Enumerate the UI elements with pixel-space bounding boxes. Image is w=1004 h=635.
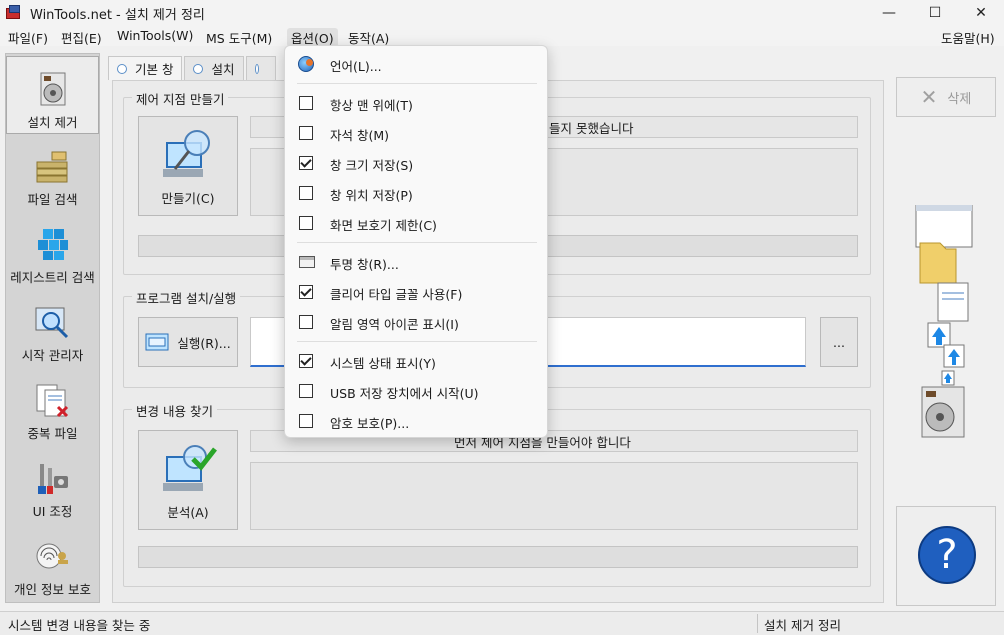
uninstall-process-icon: [915, 204, 973, 438]
menu-edit[interactable]: 편집(E): [61, 28, 102, 47]
menu-item-tray-icon[interactable]: 알림 영역 아이콘 표시(I): [289, 308, 545, 336]
menu-wintools[interactable]: WinTools(W): [117, 28, 193, 43]
minimize-button[interactable]: —: [866, 0, 912, 26]
file-search-icon: [34, 148, 70, 184]
checkbox-icon: [299, 315, 313, 329]
group-title: 변경 내용 찾기: [132, 401, 217, 420]
tab-radio-icon: [193, 63, 204, 74]
registry-cubes-icon: [34, 226, 70, 262]
nav-label: UI 조정: [32, 504, 73, 519]
privacy-fingerprint-icon: [34, 538, 70, 574]
left-nav: 설치 제거 파일 검색 레지스트리 검색 시작 관리자 중복 파일 UI 조정: [5, 53, 100, 603]
menu-ms-tools[interactable]: MS 도구(M): [206, 28, 272, 47]
nav-label: 레지스트리 검색: [10, 270, 95, 285]
delete-x-icon: ✕: [920, 85, 938, 109]
run-button-label: 실행(R)...: [177, 335, 231, 351]
changes-details-field: [250, 462, 858, 530]
checkbox-icon: [299, 96, 313, 110]
startup-manager-icon: [34, 304, 70, 340]
maximize-button[interactable]: ☐: [912, 0, 958, 26]
checkbox-icon: [299, 414, 313, 428]
tab-install[interactable]: 설치: [184, 56, 244, 80]
menu-item-save-window-position[interactable]: 창 위치 저장(P): [289, 179, 545, 207]
app-logo-icon: [6, 5, 22, 21]
close-button[interactable]: ✕: [958, 0, 1004, 26]
nav-item-ui-tweak[interactable]: UI 조정: [6, 446, 99, 524]
group-title: 제어 지점 만들기: [132, 89, 229, 108]
tab-third[interactable]: [245, 56, 276, 80]
menu-item-transparent-window[interactable]: 투명 창(R)...: [289, 248, 545, 276]
menu-item-password-protect[interactable]: 암호 보호(P)...: [289, 407, 545, 435]
status-module: 설치 제거 정리: [764, 618, 841, 633]
duplicate-files-icon: [34, 382, 70, 418]
checkbox-icon: [299, 126, 313, 140]
checkbox-icon: [299, 216, 313, 230]
nav-item-startup-manager[interactable]: 시작 관리자: [6, 290, 99, 368]
checkbox-checked-icon: [299, 156, 313, 170]
status-divider: [757, 614, 758, 633]
menu-item-cleartype[interactable]: 클리어 타입 글꼴 사용(F): [289, 278, 545, 306]
analyze-checkmark-icon: [159, 443, 219, 501]
create-button-label: 만들기(C): [161, 191, 215, 206]
status-message: 시스템 변경 내용을 찾는 중: [8, 618, 151, 633]
help-button[interactable]: ?: [896, 506, 996, 606]
nav-label: 설치 제거: [27, 115, 78, 130]
run-window-icon: [145, 333, 169, 351]
nav-item-registry-search[interactable]: 레지스트리 검색: [6, 212, 99, 290]
browse-button[interactable]: ...: [820, 317, 858, 367]
checkbox-icon: [299, 186, 313, 200]
changes-progress-bar: [138, 546, 858, 568]
language-globe-icon: [298, 56, 314, 72]
menu-item-limit-screensaver[interactable]: 화면 보호기 제한(C): [289, 209, 545, 237]
menu-item-language[interactable]: 언어(L)...: [289, 50, 545, 78]
window-title: WinTools.net - 설치 제거 정리: [30, 7, 205, 23]
transparent-window-icon: [299, 256, 315, 268]
create-restore-point-button[interactable]: 만들기(C): [138, 116, 238, 216]
magnifier-computer-icon: [159, 129, 219, 187]
options-menu: 언어(L)... 항상 맨 위에(T) 자석 창(M) 창 크기 저장(S) 창…: [284, 45, 548, 438]
menu-separator: [297, 242, 537, 243]
tab-radio-icon: [117, 63, 127, 74]
nav-label: 중복 파일: [27, 426, 78, 441]
group-title: 프로그램 설치/실행: [132, 288, 241, 307]
menu-item-system-status[interactable]: 시스템 상태 표시(Y): [289, 347, 545, 375]
analyze-button[interactable]: 분석(A): [138, 430, 238, 530]
nav-item-duplicate-files[interactable]: 중복 파일: [6, 368, 99, 446]
restore-status-text: 들지 못했습니다: [549, 121, 634, 136]
nav-item-uninstall[interactable]: 설치 제거: [6, 56, 99, 134]
help-question-icon: ?: [918, 526, 976, 584]
checkbox-checked-icon: [299, 354, 313, 368]
menu-help[interactable]: 도움말(H): [941, 28, 995, 47]
checkbox-checked-icon: [299, 285, 313, 299]
menu-item-magnetic-window[interactable]: 자석 창(M): [289, 119, 545, 147]
run-button[interactable]: 실행(R)...: [138, 317, 238, 367]
menu-bar: 파일(F) 편집(E) WinTools(W) MS 도구(M) 옵션(O) 동…: [0, 26, 1004, 47]
nav-item-file-search[interactable]: 파일 검색: [6, 134, 99, 212]
menu-item-save-window-size[interactable]: 창 크기 저장(S): [289, 149, 545, 177]
menu-item-always-on-top[interactable]: 항상 맨 위에(T): [289, 89, 545, 117]
delete-button-label: 삭제: [947, 91, 972, 107]
ui-tweak-tools-icon: [34, 460, 70, 496]
menu-separator: [297, 341, 537, 342]
menu-separator: [297, 83, 537, 84]
nav-label: 개인 정보 보호: [14, 582, 91, 597]
checkbox-icon: [299, 384, 313, 398]
status-bar: 시스템 변경 내용을 찾는 중 설치 제거 정리: [0, 611, 1004, 635]
uninstall-cd-icon: [35, 71, 71, 107]
delete-button[interactable]: ✕ 삭제: [896, 77, 996, 117]
analyze-button-label: 분석(A): [167, 505, 209, 520]
nav-item-privacy[interactable]: 개인 정보 보호: [6, 524, 99, 602]
tab-strip: 기본 창 설치: [108, 56, 278, 80]
tab-radio-icon: [254, 63, 259, 74]
tab-main-window[interactable]: 기본 창: [108, 56, 183, 80]
menu-item-usb-start[interactable]: USB 저장 장치에서 시작(U): [289, 377, 545, 405]
title-bar: WinTools.net - 설치 제거 정리 — ☐ ✕: [0, 0, 1004, 26]
menu-file[interactable]: 파일(F): [8, 28, 48, 47]
nav-label: 시작 관리자: [21, 348, 84, 363]
uninstall-illustration: [910, 204, 980, 445]
nav-label: 파일 검색: [27, 192, 78, 207]
